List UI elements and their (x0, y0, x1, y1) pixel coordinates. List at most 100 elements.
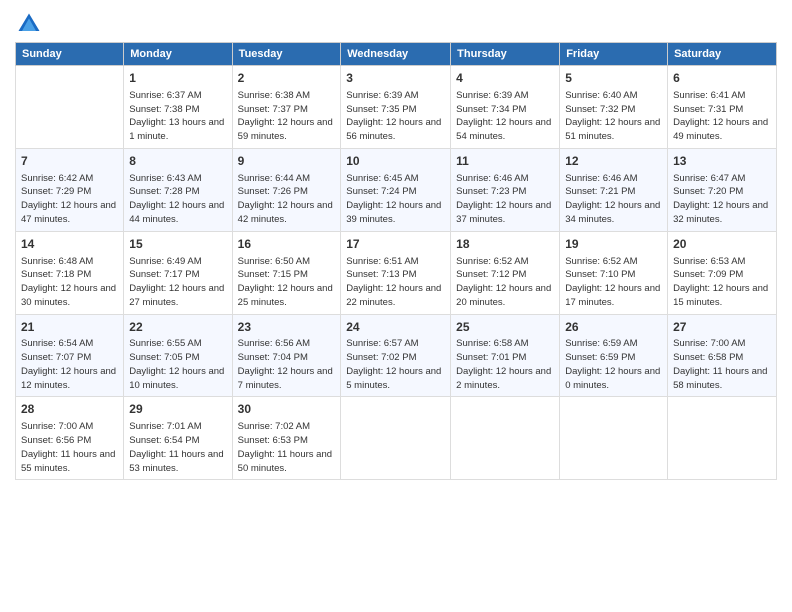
daylight-text: Daylight: 12 hours and 27 minutes. (129, 283, 224, 308)
day-info: Sunrise: 6:44 AMSunset: 7:26 PMDaylight:… (238, 172, 336, 227)
sunrise-text: Sunrise: 6:42 AM (21, 173, 93, 184)
column-header-wednesday: Wednesday (341, 43, 451, 66)
column-header-tuesday: Tuesday (232, 43, 341, 66)
calendar-cell: 10Sunrise: 6:45 AMSunset: 7:24 PMDayligh… (341, 148, 451, 231)
sunset-text: Sunset: 6:56 PM (21, 435, 91, 446)
daylight-text: Daylight: 12 hours and 34 minutes. (565, 200, 660, 225)
sunset-text: Sunset: 7:02 PM (346, 352, 416, 363)
daylight-text: Daylight: 13 hours and 1 minute. (129, 117, 224, 142)
sunrise-text: Sunrise: 6:57 AM (346, 338, 418, 349)
calendar-cell: 14 Sunrise: 6:48 AMSunset: 7:18 PMDayligh… (16, 231, 124, 314)
day-number: 12 (565, 153, 662, 170)
day-info: Sunrise: 6:59 AMSunset: 6:59 PMDaylight:… (565, 337, 662, 392)
sunrise-text: Sunrise: 7:00 AM (21, 421, 93, 432)
sunrise-text: Sunrise: 6:46 AM (565, 173, 637, 184)
sunset-text: Sunset: 7:21 PM (565, 186, 635, 197)
column-header-thursday: Thursday (451, 43, 560, 66)
sunset-text: Sunset: 6:54 PM (129, 435, 199, 446)
day-number: 19 (565, 236, 662, 253)
header-row: SundayMondayTuesdayWednesdayThursdayFrid… (16, 43, 777, 66)
calendar-cell: 26Sunrise: 6:59 AMSunset: 6:59 PMDayligh… (560, 314, 668, 397)
daylight-text: Daylight: 12 hours and 54 minutes. (456, 117, 551, 142)
sunrise-text: Sunrise: 6:39 AM (346, 90, 418, 101)
daylight-text: Daylight: 12 hours and 51 minutes. (565, 117, 660, 142)
day-number: 15 (129, 236, 226, 253)
day-number: 29 (129, 401, 226, 418)
day-number: 9 (238, 153, 336, 170)
day-info: Sunrise: 6:39 AMSunset: 7:35 PMDaylight:… (346, 89, 445, 144)
daylight-text: Daylight: 12 hours and 22 minutes. (346, 283, 441, 308)
day-number: 2 (238, 70, 336, 87)
calendar-cell: 20 Sunrise: 6:53 AMSunset: 7:09 PMDayligh… (668, 231, 777, 314)
sunrise-text: Sunrise: 6:51 AM (346, 256, 418, 267)
calendar-cell: 25Sunrise: 6:58 AMSunset: 7:01 PMDayligh… (451, 314, 560, 397)
sunrise-text: Sunrise: 6:46 AM (456, 173, 528, 184)
sunrise-text: Sunrise: 7:02 AM (238, 421, 310, 432)
calendar-cell: 5Sunrise: 6:40 AMSunset: 7:32 PMDaylight… (560, 66, 668, 149)
daylight-text: Daylight: 12 hours and 59 minutes. (238, 117, 333, 142)
daylight-text: Daylight: 12 hours and 39 minutes. (346, 200, 441, 225)
calendar-cell: 1Sunrise: 6:37 AMSunset: 7:38 PMDaylight… (124, 66, 232, 149)
calendar-table: SundayMondayTuesdayWednesdayThursdayFrid… (15, 42, 777, 480)
header (15, 10, 777, 38)
day-info: Sunrise: 6:48 AMSunset: 7:18 PMDaylight:… (21, 255, 118, 310)
sunrise-text: Sunrise: 7:00 AM (673, 338, 745, 349)
sunset-text: Sunset: 6:58 PM (673, 352, 743, 363)
calendar-cell: 8Sunrise: 6:43 AMSunset: 7:28 PMDaylight… (124, 148, 232, 231)
calendar-cell: 24 Sunrise: 6:57 AM Sunset: 7:02 PM Dayligh… (341, 314, 451, 397)
sunset-text: Sunset: 6:59 PM (565, 352, 635, 363)
calendar-cell: 6Sunrise: 6:41 AMSunset: 7:31 PMDaylight… (668, 66, 777, 149)
day-number: 14 (21, 236, 118, 253)
day-number: 20 (673, 236, 771, 253)
daylight-text: Daylight: 12 hours and 0 minutes. (565, 366, 660, 391)
sunset-text: Sunset: 7:32 PM (565, 104, 635, 115)
daylight-text: Daylight: 12 hours and 15 minutes. (673, 283, 768, 308)
sunrise-text: Sunrise: 6:52 AM (456, 256, 528, 267)
daylight-text: Daylight: 12 hours and 37 minutes. (456, 200, 551, 225)
sunset-text: Sunset: 7:20 PM (673, 186, 743, 197)
sunrise-text: Sunrise: 6:52 AM (565, 256, 637, 267)
daylight-text: Daylight: 12 hours and 49 minutes. (673, 117, 768, 142)
sunrise-text: Sunrise: 6:48 AM (21, 256, 93, 267)
sunset-text: Sunset: 7:24 PM (346, 186, 416, 197)
day-number: 3 (346, 70, 445, 87)
daylight-text: Daylight: 12 hours and 10 minutes. (129, 366, 224, 391)
daylight-text: Daylight: 12 hours and 5 minutes. (346, 366, 441, 391)
page-container: SundayMondayTuesdayWednesdayThursdayFrid… (0, 0, 792, 490)
day-info: Sunrise: 6:39 AMSunset: 7:34 PMDaylight:… (456, 89, 554, 144)
calendar-cell (16, 66, 124, 149)
sunset-text: Sunset: 7:29 PM (21, 186, 91, 197)
day-number: 30 (238, 401, 336, 418)
day-info: Sunrise: 6:40 AMSunset: 7:32 PMDaylight:… (565, 89, 662, 144)
sunset-text: Sunset: 7:31 PM (673, 104, 743, 115)
sunrise-text: Sunrise: 6:45 AM (346, 173, 418, 184)
column-header-friday: Friday (560, 43, 668, 66)
calendar-cell (560, 397, 668, 480)
day-number: 25 (456, 319, 554, 336)
day-info: Sunrise: 7:02 AMSunset: 6:53 PMDaylight:… (238, 420, 336, 475)
day-info: Sunrise: 6:55 AMSunset: 7:05 PMDaylight:… (129, 337, 226, 392)
sunset-text: Sunset: 7:38 PM (129, 104, 199, 115)
daylight-text: Daylight: 12 hours and 2 minutes. (456, 366, 551, 391)
daylight-text: Daylight: 12 hours and 32 minutes. (673, 200, 768, 225)
calendar-cell: 3 Sunrise: 6:39 AMSunset: 7:35 PMDaylight… (341, 66, 451, 149)
calendar-cell: 15Sunrise: 6:49 AMSunset: 7:17 PMDayligh… (124, 231, 232, 314)
week-row-4: 21Sunrise: 6:54 AMSunset: 7:07 PMDayligh… (16, 314, 777, 397)
day-info: Sunrise: 6:47 AMSunset: 7:20 PMDaylight:… (673, 172, 771, 227)
day-number: 28 (21, 401, 118, 418)
day-number: 1 (129, 70, 226, 87)
sunset-text: Sunset: 7:09 PM (673, 269, 743, 280)
calendar-cell: 27Sunrise: 7:00 AMSunset: 6:58 PMDayligh… (668, 314, 777, 397)
day-info: Sunrise: 6:41 AMSunset: 7:31 PMDaylight:… (673, 89, 771, 144)
daylight-text: Daylight: 12 hours and 12 minutes. (21, 366, 116, 391)
calendar-cell (341, 397, 451, 480)
day-number: 24 (346, 319, 445, 336)
daylight-text: Daylight: 11 hours and 58 minutes. (673, 366, 767, 391)
column-header-sunday: Sunday (16, 43, 124, 66)
day-info: Sunrise: 6:53 AMSunset: 7:09 PMDaylight:… (673, 255, 771, 310)
sunrise-text: Sunrise: 6:55 AM (129, 338, 201, 349)
day-number: 11 (456, 153, 554, 170)
sunset-text: Sunset: 7:37 PM (238, 104, 308, 115)
sunrise-text: Sunrise: 6:56 AM (238, 338, 310, 349)
calendar-cell: 2Sunrise: 6:38 AMSunset: 7:37 PMDaylight… (232, 66, 341, 149)
